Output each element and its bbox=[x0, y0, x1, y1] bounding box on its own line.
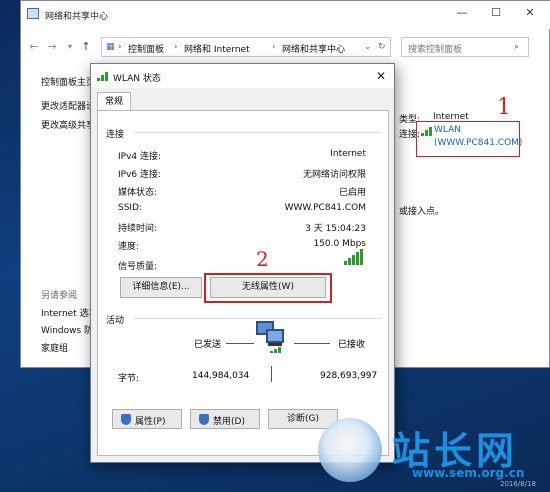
navigation-bar: ← → ▾ ↑ ▦ › 控制面板 › 网络和 Internet › 网络和共享中… bbox=[21, 35, 550, 61]
annotation-marker-1: 1 bbox=[497, 95, 511, 120]
breadcrumb-item-control-panel[interactable]: 控制面板 bbox=[128, 42, 164, 55]
wifi-signal-icon bbox=[97, 72, 109, 81]
activity-group-label: 活动 bbox=[106, 316, 125, 326]
search-icon[interactable]: ⌕ bbox=[514, 42, 519, 52]
dialog-title-bar: WLAN 状态 ✕ bbox=[91, 64, 394, 88]
wlan-connection-link[interactable]: WLAN bbox=[434, 125, 461, 135]
change-adapter-settings-link[interactable]: 更改适配器设 bbox=[41, 99, 95, 112]
general-tab-panel: 连接 IPv4 连接: Internet IPv6 连接: 无网络访问权限 媒体… bbox=[97, 110, 389, 456]
change-advanced-sharing-link[interactable]: 更改高级共享 bbox=[41, 118, 95, 131]
sent-line bbox=[226, 343, 254, 344]
setup-hint-text: 或接入点。 bbox=[399, 207, 445, 217]
wireless-properties-button[interactable]: 无线属性(W) bbox=[210, 277, 326, 298]
wlan-status-dialog: WLAN 状态 ✕ 常规 连接 IPv4 连接: Internet IPv6 连… bbox=[90, 63, 395, 463]
forward-arrow-icon[interactable]: → bbox=[45, 39, 59, 55]
shield-icon bbox=[199, 414, 209, 425]
annotation-marker-2: 2 bbox=[256, 247, 269, 271]
back-arrow-icon[interactable]: ← bbox=[27, 39, 41, 55]
breadcrumb-separator: › bbox=[272, 42, 276, 52]
media-state-label: 媒体状态: bbox=[118, 188, 158, 198]
received-label: 已接收 bbox=[338, 340, 366, 350]
properties-button[interactable]: 属性(P) bbox=[112, 409, 182, 429]
shield-icon bbox=[121, 414, 131, 425]
bytes-sent-value: 144,984,034 bbox=[192, 371, 250, 381]
breadcrumb-item-sharing-center[interactable]: 网络和共享中心 bbox=[282, 42, 345, 55]
tab-general[interactable]: 常规 bbox=[97, 92, 131, 111]
address-dropdown-icon[interactable]: ⌄ bbox=[364, 42, 372, 52]
breadcrumb-separator: › bbox=[174, 42, 178, 52]
ipv6-value: 无网络访问权限 bbox=[302, 170, 366, 180]
recent-locations-chevron-icon[interactable]: ▾ bbox=[63, 39, 77, 55]
ssid-label: SSID: bbox=[118, 203, 143, 213]
close-button[interactable]: ✕ bbox=[513, 1, 547, 25]
ipv6-label: IPv6 连接: bbox=[118, 170, 162, 180]
ipv4-label: IPv4 连接: bbox=[118, 152, 162, 162]
wifi-signal-icon bbox=[270, 347, 281, 353]
connection-group-label: 连接 bbox=[106, 130, 125, 140]
maximize-button[interactable]: ☐ bbox=[479, 1, 513, 25]
taskbar-date: 2016/8/18 bbox=[500, 480, 536, 488]
ipv4-value: Internet bbox=[330, 149, 366, 159]
signal-quality-label: 信号质量: bbox=[118, 262, 158, 272]
signal-bar bbox=[352, 255, 355, 265]
network-center-icon bbox=[27, 8, 39, 19]
refresh-icon[interactable]: ↻ bbox=[378, 42, 386, 52]
windows-firewall-link[interactable]: Windows 防 bbox=[41, 323, 93, 336]
signal-bar bbox=[360, 249, 363, 265]
search-input[interactable]: 搜索控制面板 ⌕ bbox=[401, 37, 529, 57]
ssid-value: WWW.PC841.COM bbox=[284, 203, 366, 213]
wlan-connection-link-ssid[interactable]: (WWW.PC841.COM) bbox=[434, 138, 522, 148]
divider bbox=[134, 318, 382, 319]
breadcrumb-separator: › bbox=[118, 42, 122, 52]
properties-button-label: 属性(P) bbox=[135, 417, 166, 427]
signal-bar bbox=[348, 258, 351, 265]
up-arrow-icon[interactable]: ↑ bbox=[79, 39, 93, 55]
breadcrumb-item-network-internet[interactable]: 网络和 Internet bbox=[184, 42, 250, 55]
received-line bbox=[294, 343, 330, 344]
watermark-logo-icon bbox=[318, 418, 382, 482]
homegroup-link[interactable]: 家庭组 bbox=[41, 341, 68, 354]
duration-label: 持续时间: bbox=[118, 224, 158, 234]
media-state-value: 已启用 bbox=[338, 188, 366, 198]
speed-label: 速度: bbox=[118, 242, 140, 252]
dialog-close-button[interactable]: ✕ bbox=[371, 67, 391, 85]
see-also-heading: 另请参阅 bbox=[41, 291, 78, 301]
minimize-button[interactable]: — bbox=[445, 1, 479, 25]
divider bbox=[134, 132, 382, 133]
duration-value: 3 天 15:04:23 bbox=[305, 224, 366, 234]
signal-quality-bars bbox=[344, 249, 366, 265]
control-panel-icon: ▦ bbox=[106, 42, 115, 52]
watermark-url: www.sem.org.cn bbox=[412, 466, 525, 480]
bytes-divider bbox=[271, 366, 272, 382]
network-computers-icon bbox=[256, 321, 286, 353]
details-button[interactable]: 详细信息(E)... bbox=[120, 277, 202, 298]
search-placeholder: 搜索控制面板 bbox=[408, 45, 463, 55]
bytes-label: 字节: bbox=[118, 374, 140, 384]
disable-button-label: 禁用(D) bbox=[213, 417, 245, 427]
title-bar: 网络和共享中心 — ☐ ✕ bbox=[21, 1, 550, 29]
sent-label: 已发送 bbox=[194, 340, 222, 350]
signal-bar bbox=[344, 261, 347, 265]
signal-bar bbox=[356, 252, 359, 265]
dialog-title: WLAN 状态 bbox=[113, 74, 161, 84]
bytes-received-value: 928,693,997 bbox=[320, 371, 378, 381]
address-bar[interactable]: ▦ › 控制面板 › 网络和 Internet › 网络和共享中心 ⌄ ↻ bbox=[101, 37, 391, 57]
window-title: 网络和共享中心 bbox=[45, 12, 109, 22]
control-panel-home-link[interactable]: 控制面板主页 bbox=[41, 75, 95, 88]
disable-button[interactable]: 禁用(D) bbox=[190, 409, 260, 429]
